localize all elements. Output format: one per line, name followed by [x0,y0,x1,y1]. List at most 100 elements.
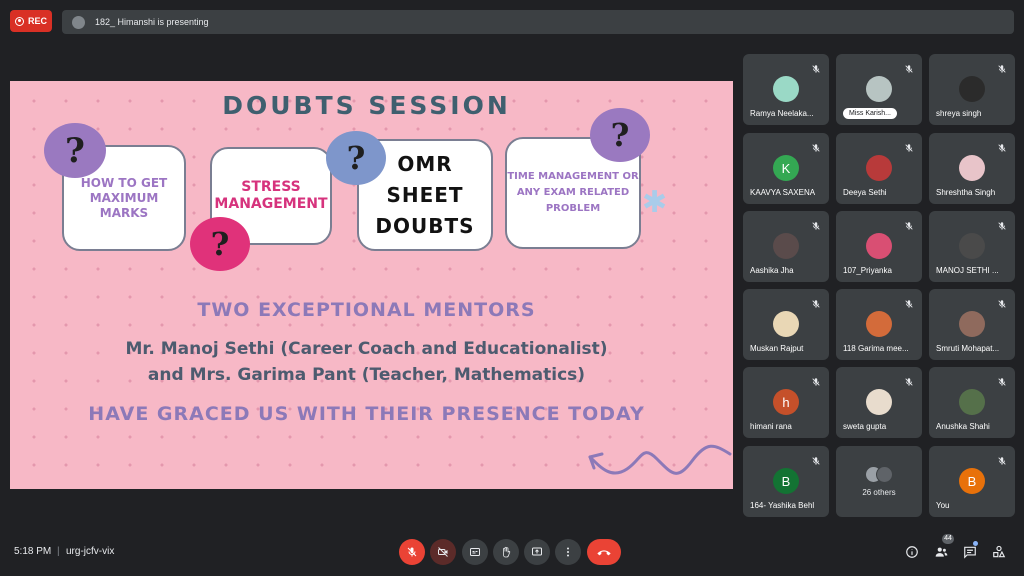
participant-name: KAAVYA SAXENA [750,188,816,197]
camera-off-icon [438,547,448,557]
participant-name: Aashika Jha [750,266,794,275]
closing-line: HAVE GRACED US WITH THEIR PRESENCE TODAY [88,403,645,425]
mic-off-icon [904,374,914,386]
avatar: K [773,155,799,181]
participant-tile[interactable]: Aashika Jha [743,211,829,282]
mentor-line-2: and Mrs. Garima Pant (Teacher, Mathemati… [147,365,586,385]
camera-toggle-button[interactable] [430,539,456,565]
avatar [773,233,799,259]
avatar [959,155,985,181]
meet-window: REC 182_ Himanshi is presenting DOUBTS S… [0,0,1024,576]
captions-icon [470,548,480,556]
participant-name: MANOJ SETHI ... [936,266,999,275]
mic-off-icon [904,61,914,73]
end-call-button[interactable] [587,539,621,565]
presenter-avatar [72,15,85,29]
mic-off-icon [811,61,821,73]
participant-tile[interactable]: Anushka Shahi [929,367,1015,438]
participant-count-badge: 44 [942,534,954,544]
participant-name: You [936,501,950,510]
avatar: h [773,389,799,415]
mic-off-icon [997,61,1007,73]
mic-off-icon [997,218,1007,230]
info-icon [906,546,918,558]
hand-icon [503,546,511,558]
participant-tile[interactable]: B You [929,446,1015,517]
others-count-label: 26 others [862,488,896,497]
participant-tile[interactable]: h himani rana [743,367,829,438]
meeting-info-button[interactable] [904,544,920,560]
avatar [866,311,892,337]
footer-separator: | [57,546,60,557]
people-button[interactable] [933,544,949,560]
participant-name: himani rana [750,422,792,431]
sparkle-icon: ✱ [642,186,668,219]
captions-button[interactable] [462,539,488,565]
participant-tile[interactable]: 118 Garima mee... [836,289,922,360]
participant-tile[interactable]: Ramya Neelaka... [743,54,829,125]
avatar [959,311,985,337]
present-screen-button[interactable] [524,539,550,565]
mic-toggle-button[interactable] [399,539,425,565]
card-time-mgmt-text: TIME MANAGEMENT OR ANY EXAM RELATED PROB… [507,171,639,214]
mic-off-icon [407,547,417,557]
activities-button[interactable] [991,544,1007,560]
avatar [959,233,985,259]
avatar [866,233,892,259]
mic-off-icon [811,296,821,308]
participant-name: Anushka Shahi [936,422,990,431]
participant-tile[interactable]: Muskan Rajput [743,289,829,360]
mic-off-icon [904,218,914,230]
mic-off-icon [997,374,1007,386]
record-icon [15,16,24,26]
presenting-bar: 182_ Himanshi is presenting [62,10,1014,34]
question-mark-icon: ? [326,131,386,185]
participant-tile[interactable]: Miss Karish... [836,54,922,125]
participant-tile[interactable]: Deeya Sethi [836,133,922,204]
raise-hand-button[interactable] [493,539,519,565]
participant-name: shreya singh [936,109,982,118]
more-vert-icon [567,547,569,557]
avatar [773,76,799,102]
participant-tile[interactable]: MANOJ SETHI ... [929,211,1015,282]
question-mark-icon: ? [44,123,106,178]
avatar [959,389,985,415]
avatar [866,76,892,102]
avatar [773,311,799,337]
more-options-button[interactable] [555,539,581,565]
chat-notification-dot [973,541,978,546]
participant-tile[interactable]: 107_Priyanka [836,211,922,282]
participant-name: Ramya Neelaka... [750,109,814,118]
mentors-heading: TWO EXCEPTIONAL MENTORS [197,299,536,321]
mic-off-icon [811,374,821,386]
participant-tile[interactable]: shreya singh [929,54,1015,125]
participant-tile[interactable]: Shreshtha Singh [929,133,1015,204]
mic-off-icon [997,140,1007,152]
recording-badge[interactable]: REC [10,10,52,32]
participant-tile[interactable]: 26 others [836,446,922,517]
participant-name: Deeya Sethi [843,188,887,197]
question-mark-icon: ? [190,217,250,271]
present-icon [532,547,542,556]
participant-tile[interactable]: sweta gupta [836,367,922,438]
clock: 5:18 PM [14,546,52,557]
participant-name: 118 Garima mee... [843,344,909,353]
participant-tile[interactable]: K KAAVYA SAXENA [743,133,829,204]
card-stress-text: STRESS MANAGEMENT [214,179,328,212]
card-max-marks-text: HOW TO GET MAXIMUM MARKS [80,175,168,220]
participant-name: Miss Karish... [843,108,898,119]
avatar: B [773,468,799,494]
shared-slide: DOUBTS SESSION HOW TO GET MAXIMUM MARKS … [10,81,733,489]
presenting-text: 182_ Himanshi is presenting [95,17,209,27]
phone-hangup-icon [597,550,611,556]
mic-off-icon [904,140,914,152]
participant-name: 164- Yashika Behl [750,501,815,510]
mic-off-icon [811,140,821,152]
mic-off-icon [811,453,821,465]
chat-button[interactable] [962,544,978,560]
others-avatars [863,466,895,484]
participant-tile[interactable]: Smruti Mohapat... [929,289,1015,360]
participant-tile[interactable]: B 164- Yashika Behl [743,446,829,517]
avatar [876,466,893,483]
mic-off-icon [997,296,1007,308]
